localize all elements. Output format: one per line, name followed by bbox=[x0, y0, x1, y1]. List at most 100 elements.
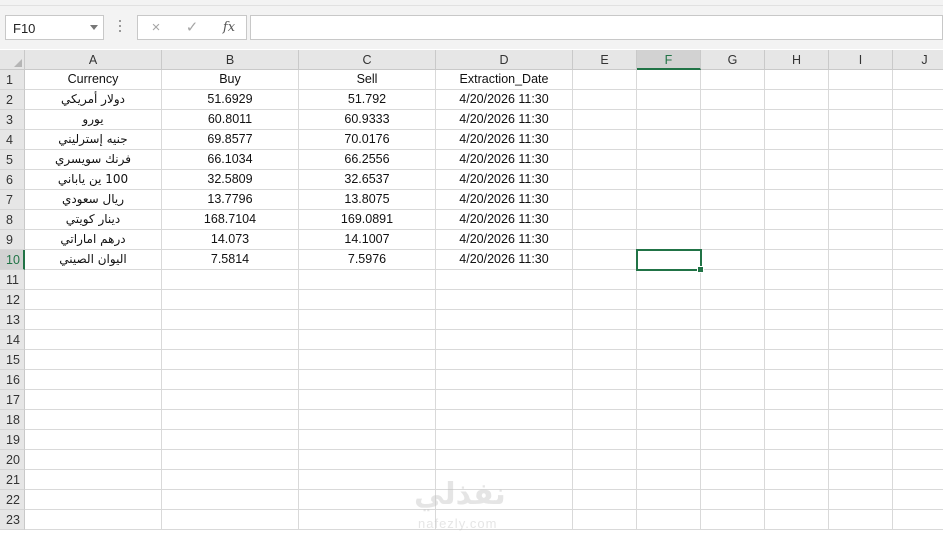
cell-h4[interactable] bbox=[765, 130, 829, 150]
cell-c21[interactable] bbox=[299, 470, 436, 490]
row-header-8[interactable]: 8 bbox=[0, 210, 25, 230]
column-header-a[interactable]: A bbox=[25, 50, 162, 70]
column-header-e[interactable]: E bbox=[573, 50, 637, 70]
cell-i13[interactable] bbox=[829, 310, 893, 330]
cell-f18[interactable] bbox=[637, 410, 701, 430]
cell-h21[interactable] bbox=[765, 470, 829, 490]
cell-i14[interactable] bbox=[829, 330, 893, 350]
cell-f7[interactable] bbox=[637, 190, 701, 210]
row-header-11[interactable]: 11 bbox=[0, 270, 25, 290]
cell-c11[interactable] bbox=[299, 270, 436, 290]
cell-d22[interactable] bbox=[436, 490, 573, 510]
row-header-19[interactable]: 19 bbox=[0, 430, 25, 450]
row-header-9[interactable]: 9 bbox=[0, 230, 25, 250]
row-header-22[interactable]: 22 bbox=[0, 490, 25, 510]
cell-c22[interactable] bbox=[299, 490, 436, 510]
cell-j9[interactable] bbox=[893, 230, 943, 250]
cell-h1[interactable] bbox=[765, 70, 829, 90]
cell-d10[interactable]: 4/20/2026 11:30 bbox=[436, 250, 573, 270]
fill-handle[interactable] bbox=[697, 266, 704, 273]
row-header-16[interactable]: 16 bbox=[0, 370, 25, 390]
cell-d20[interactable] bbox=[436, 450, 573, 470]
cell-j22[interactable] bbox=[893, 490, 943, 510]
active-cell-selection[interactable] bbox=[636, 249, 704, 273]
cell-c18[interactable] bbox=[299, 410, 436, 430]
cell-g4[interactable] bbox=[701, 130, 765, 150]
cell-j3[interactable] bbox=[893, 110, 943, 130]
cell-g2[interactable] bbox=[701, 90, 765, 110]
cell-d16[interactable] bbox=[436, 370, 573, 390]
cell-j15[interactable] bbox=[893, 350, 943, 370]
cell-g3[interactable] bbox=[701, 110, 765, 130]
cell-j23[interactable] bbox=[893, 510, 943, 530]
column-header-h[interactable]: H bbox=[765, 50, 829, 70]
cell-d17[interactable] bbox=[436, 390, 573, 410]
cell-h11[interactable] bbox=[765, 270, 829, 290]
cell-e5[interactable] bbox=[573, 150, 637, 170]
cell-i23[interactable] bbox=[829, 510, 893, 530]
cell-a3[interactable]: يورو bbox=[25, 110, 162, 130]
cell-j16[interactable] bbox=[893, 370, 943, 390]
cell-a23[interactable] bbox=[25, 510, 162, 530]
cell-b11[interactable] bbox=[162, 270, 299, 290]
formula-input[interactable] bbox=[251, 16, 942, 39]
cancel-icon[interactable]: × bbox=[144, 19, 168, 37]
cell-d18[interactable] bbox=[436, 410, 573, 430]
cell-a17[interactable] bbox=[25, 390, 162, 410]
cell-i1[interactable] bbox=[829, 70, 893, 90]
cell-f3[interactable] bbox=[637, 110, 701, 130]
cell-b5[interactable]: 66.1034 bbox=[162, 150, 299, 170]
cell-d1[interactable]: Extraction_Date bbox=[436, 70, 573, 90]
cell-j8[interactable] bbox=[893, 210, 943, 230]
cell-c10[interactable]: 7.5976 bbox=[299, 250, 436, 270]
cell-h23[interactable] bbox=[765, 510, 829, 530]
cell-g10[interactable] bbox=[701, 250, 765, 270]
cell-f15[interactable] bbox=[637, 350, 701, 370]
cell-a4[interactable]: جنيه إسترليني bbox=[25, 130, 162, 150]
cell-j4[interactable] bbox=[893, 130, 943, 150]
cell-f8[interactable] bbox=[637, 210, 701, 230]
cell-g8[interactable] bbox=[701, 210, 765, 230]
cell-j19[interactable] bbox=[893, 430, 943, 450]
cell-f19[interactable] bbox=[637, 430, 701, 450]
cell-i10[interactable] bbox=[829, 250, 893, 270]
cell-i5[interactable] bbox=[829, 150, 893, 170]
cell-d12[interactable] bbox=[436, 290, 573, 310]
cell-b12[interactable] bbox=[162, 290, 299, 310]
row-header-2[interactable]: 2 bbox=[0, 90, 25, 110]
cell-e7[interactable] bbox=[573, 190, 637, 210]
cell-i21[interactable] bbox=[829, 470, 893, 490]
cell-g14[interactable] bbox=[701, 330, 765, 350]
cell-e22[interactable] bbox=[573, 490, 637, 510]
cell-f14[interactable] bbox=[637, 330, 701, 350]
cell-b16[interactable] bbox=[162, 370, 299, 390]
column-header-d[interactable]: D bbox=[436, 50, 573, 70]
cell-h10[interactable] bbox=[765, 250, 829, 270]
cell-g19[interactable] bbox=[701, 430, 765, 450]
cell-e11[interactable] bbox=[573, 270, 637, 290]
cell-a16[interactable] bbox=[25, 370, 162, 390]
cell-i20[interactable] bbox=[829, 450, 893, 470]
cell-g6[interactable] bbox=[701, 170, 765, 190]
cell-h8[interactable] bbox=[765, 210, 829, 230]
row-header-12[interactable]: 12 bbox=[0, 290, 25, 310]
cell-g12[interactable] bbox=[701, 290, 765, 310]
row-header-20[interactable]: 20 bbox=[0, 450, 25, 470]
cell-e8[interactable] bbox=[573, 210, 637, 230]
cell-h3[interactable] bbox=[765, 110, 829, 130]
cell-e14[interactable] bbox=[573, 330, 637, 350]
cell-c13[interactable] bbox=[299, 310, 436, 330]
cell-g20[interactable] bbox=[701, 450, 765, 470]
row-header-15[interactable]: 15 bbox=[0, 350, 25, 370]
row-header-3[interactable]: 3 bbox=[0, 110, 25, 130]
cell-e1[interactable] bbox=[573, 70, 637, 90]
cell-h16[interactable] bbox=[765, 370, 829, 390]
cell-j10[interactable] bbox=[893, 250, 943, 270]
cell-c14[interactable] bbox=[299, 330, 436, 350]
cell-e9[interactable] bbox=[573, 230, 637, 250]
cell-f20[interactable] bbox=[637, 450, 701, 470]
column-header-i[interactable]: I bbox=[829, 50, 893, 70]
cell-i7[interactable] bbox=[829, 190, 893, 210]
cell-b9[interactable]: 14.073 bbox=[162, 230, 299, 250]
cell-h19[interactable] bbox=[765, 430, 829, 450]
